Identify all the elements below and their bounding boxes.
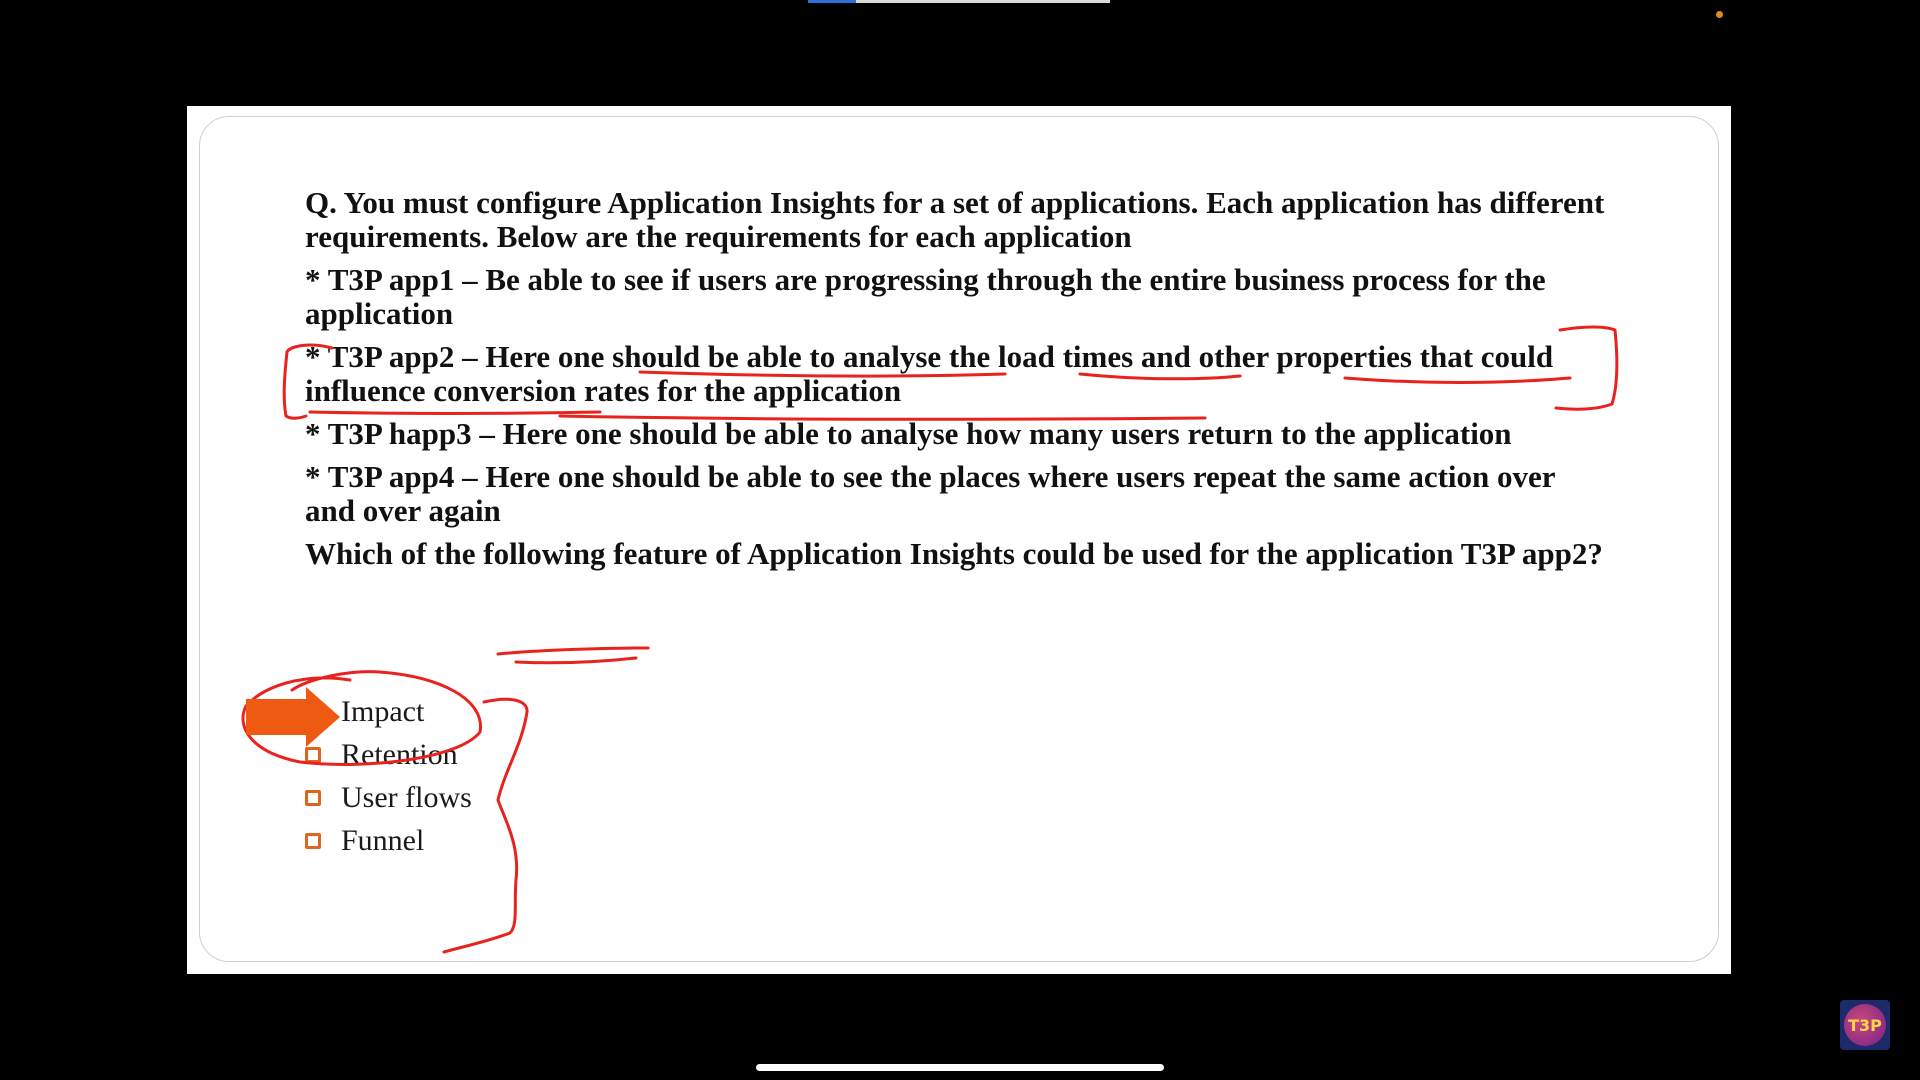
logo-badge: T3P — [1844, 1004, 1886, 1046]
status-indicator-dot — [1716, 11, 1723, 18]
answer-options: Impact Retention User flows Funnel — [305, 690, 472, 862]
checkbox-icon — [305, 832, 321, 849]
requirement-app3: * T3P happ3 – Here one should be able to… — [305, 416, 1512, 451]
logo-text: T3P — [1848, 1015, 1882, 1035]
option-retention[interactable]: Retention — [305, 733, 472, 776]
requirement-app4: * T3P app4 – Here one should be able to … — [305, 459, 1555, 528]
channel-logo[interactable]: T3P — [1840, 1000, 1890, 1050]
requirement-app2: * T3P app2 – Here one should be able to … — [305, 339, 1554, 408]
home-indicator-bar[interactable] — [756, 1064, 1164, 1071]
presentation-slide: Q. You must configure Application Insigh… — [187, 106, 1731, 974]
option-funnel[interactable]: Funnel — [305, 819, 472, 862]
question-text: Q. You must configure Application Insigh… — [305, 186, 1605, 580]
question-intro: Q. You must configure Application Insigh… — [305, 185, 1605, 254]
video-progress-fill — [808, 0, 857, 3]
option-label: User flows — [341, 780, 472, 814]
checkbox-icon — [305, 703, 321, 720]
video-progress-bar[interactable] — [808, 0, 1110, 3]
option-label: Retention — [341, 737, 458, 771]
requirement-app1: * T3P app1 – Be able to see if users are… — [305, 262, 1546, 331]
option-impact[interactable]: Impact — [305, 690, 472, 733]
option-label: Impact — [341, 694, 425, 728]
checkbox-icon — [305, 789, 321, 806]
option-label: Funnel — [341, 823, 425, 857]
checkbox-icon — [305, 746, 321, 763]
question-prompt: Which of the following feature of Applic… — [305, 536, 1603, 571]
video-player: Q. You must configure Application Insigh… — [0, 0, 1920, 1080]
option-user-flows[interactable]: User flows — [305, 776, 472, 819]
